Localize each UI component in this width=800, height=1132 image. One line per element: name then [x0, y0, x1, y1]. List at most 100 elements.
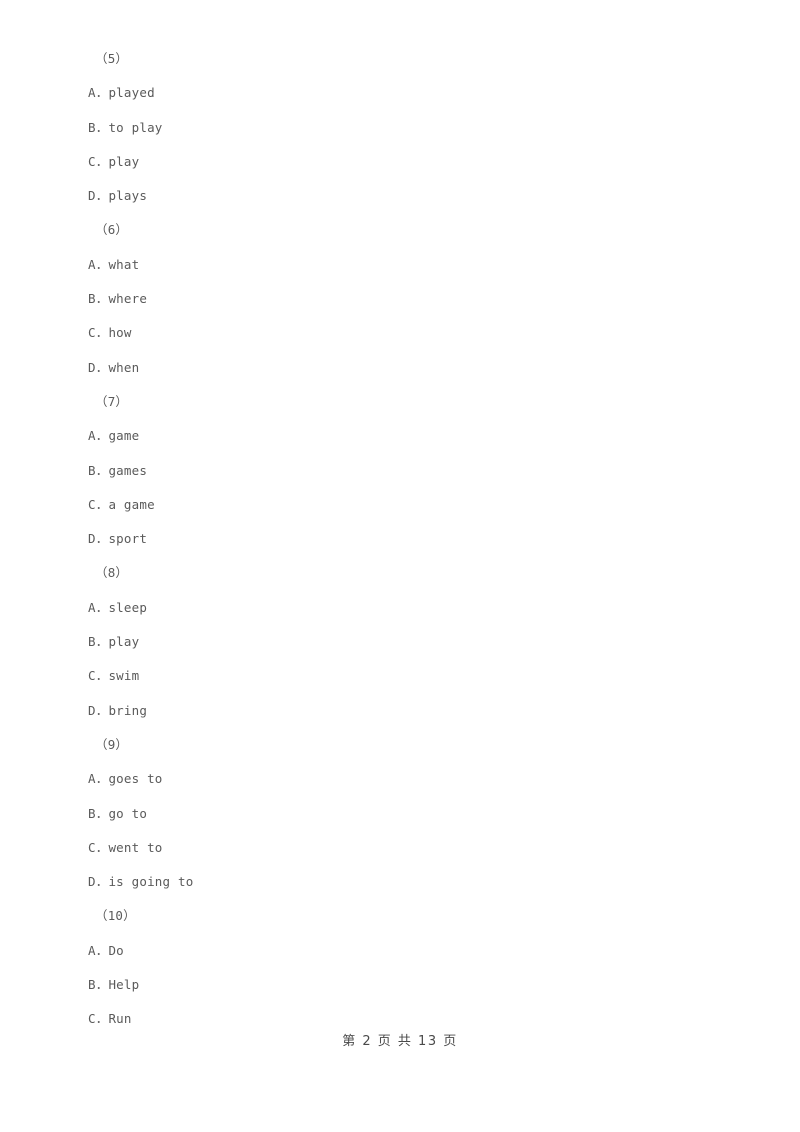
question-number: （9）: [95, 736, 129, 752]
question-group: （5） A．played B．to play C．play D．plays: [88, 42, 728, 213]
option-choice[interactable]: B．where: [88, 282, 728, 316]
option-text: play: [108, 153, 140, 169]
option-separator: ．: [95, 702, 109, 718]
option-choice[interactable]: A．what: [88, 248, 728, 282]
option-letter: A: [88, 942, 96, 958]
option-separator: ．: [95, 805, 109, 821]
option-letter: D: [88, 874, 96, 890]
option-choice[interactable]: A．sleep: [88, 591, 728, 625]
option-separator: ．: [95, 462, 109, 478]
option-choice[interactable]: C．swim: [88, 659, 728, 693]
option-choice[interactable]: B．play: [88, 625, 728, 659]
option-separator: ．: [95, 496, 109, 512]
option-letter: B: [88, 462, 96, 478]
option-choice[interactable]: D．is going to: [88, 865, 728, 899]
question-list: （5） A．played B．to play C．play D．plays （6） A．wh…: [88, 42, 728, 1037]
option-letter: C: [88, 325, 96, 341]
option-separator: ．: [95, 188, 109, 204]
option-separator: ．: [95, 119, 109, 135]
option-text: sport: [108, 531, 148, 547]
option-choice[interactable]: D．sport: [88, 522, 728, 556]
option-text: is going to: [108, 874, 194, 890]
option-separator: ．: [95, 942, 109, 958]
option-choice[interactable]: B．go to: [88, 797, 728, 831]
page-footer: 第 2 页 共 13 页: [342, 1034, 458, 1049]
option-text: swim: [108, 668, 140, 684]
option-separator: ．: [95, 977, 109, 993]
option-separator: ．: [95, 1011, 109, 1027]
question-number: （6）: [95, 222, 129, 238]
option-letter: B: [88, 119, 96, 135]
option-separator: ．: [95, 153, 109, 169]
question-group: （8） A．sleep B．play C．swim D．bring: [88, 556, 728, 727]
option-letter: B: [88, 977, 96, 993]
option-choice[interactable]: C．play: [88, 145, 728, 179]
option-text: where: [108, 291, 148, 307]
option-text: Help: [108, 977, 140, 993]
option-text: plays: [108, 188, 148, 204]
option-letter: A: [88, 428, 96, 444]
option-choice[interactable]: D．bring: [88, 694, 728, 728]
option-letter: A: [88, 256, 96, 272]
option-letter: A: [88, 771, 96, 787]
option-text: play: [108, 634, 140, 650]
option-text: Run: [108, 1011, 132, 1027]
option-text: go to: [108, 805, 148, 821]
option-letter: C: [88, 153, 96, 169]
option-separator: ．: [95, 634, 109, 650]
option-choice[interactable]: D．when: [88, 351, 728, 385]
option-letter: B: [88, 291, 96, 307]
option-choice[interactable]: C．how: [88, 316, 728, 350]
question-number: （8）: [95, 565, 129, 581]
option-letter: B: [88, 805, 96, 821]
option-choice[interactable]: D．plays: [88, 179, 728, 213]
option-separator: ．: [95, 325, 109, 341]
option-choice[interactable]: C．a game: [88, 488, 728, 522]
option-separator: ．: [95, 771, 109, 787]
option-separator: ．: [95, 428, 109, 444]
option-letter: B: [88, 634, 96, 650]
option-letter: D: [88, 359, 96, 375]
option-separator: ．: [95, 359, 109, 375]
option-choice[interactable]: C．went to: [88, 831, 728, 865]
question-number: （10）: [95, 908, 136, 924]
question-number: （5）: [95, 51, 129, 66]
option-text: to play: [108, 119, 163, 135]
option-separator: ．: [95, 85, 109, 101]
option-letter: A: [88, 599, 96, 615]
question-group: （6） A．what B．where C．how D．when: [88, 213, 728, 384]
option-choice[interactable]: A．goes to: [88, 762, 728, 796]
option-separator: ．: [95, 531, 109, 547]
option-choice[interactable]: B．to play: [88, 111, 728, 145]
option-text: game: [108, 428, 140, 444]
option-text: how: [108, 325, 132, 341]
question-number: （7）: [95, 393, 129, 409]
option-text: sleep: [108, 599, 148, 615]
option-text: Do: [108, 942, 124, 958]
option-separator: ．: [95, 668, 109, 684]
option-letter: D: [88, 531, 96, 547]
option-letter: D: [88, 188, 96, 204]
option-choice[interactable]: A．game: [88, 419, 728, 453]
option-choice[interactable]: A．played: [88, 76, 728, 110]
option-choice[interactable]: A．Do: [88, 934, 728, 968]
option-choice[interactable]: B．games: [88, 454, 728, 488]
option-letter: C: [88, 839, 96, 855]
option-separator: ．: [95, 839, 109, 855]
question-group: （9） A．goes to B．go to C．went to D．is going t…: [88, 728, 728, 899]
option-text: bring: [108, 702, 148, 718]
option-text: went to: [108, 839, 163, 855]
question-group: （7） A．game B．games C．a game D．sport: [88, 385, 728, 556]
question-group: （10） A．Do B．Help C．Run: [88, 899, 728, 1036]
option-text: goes to: [108, 771, 163, 787]
option-text: played: [108, 85, 155, 101]
option-letter: C: [88, 496, 96, 512]
option-text: games: [108, 462, 148, 478]
option-letter: D: [88, 702, 96, 718]
option-letter: A: [88, 85, 96, 101]
option-text: when: [108, 359, 140, 375]
option-text: a game: [108, 496, 155, 512]
document-page: （5） A．played B．to play C．play D．plays （6） A．wh…: [0, 0, 800, 1132]
option-separator: ．: [95, 291, 109, 307]
option-choice[interactable]: B．Help: [88, 968, 728, 1002]
